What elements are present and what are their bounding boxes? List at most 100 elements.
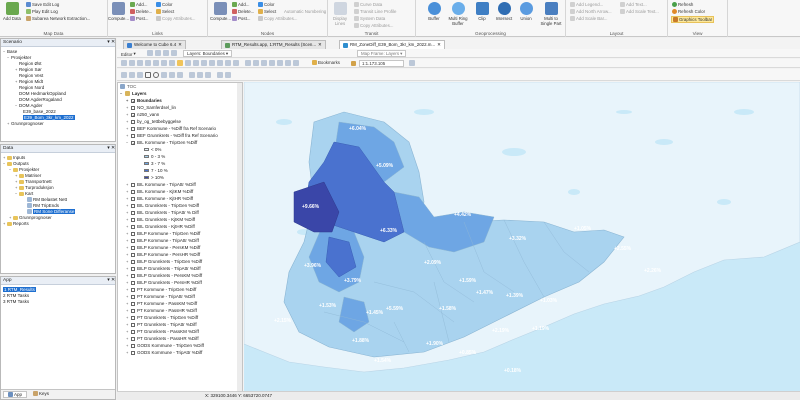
nodes-color-button[interactable]: Color	[258, 2, 275, 7]
zoom-to-selected-icon[interactable]	[137, 72, 143, 78]
tree-node-selected[interactable]: E39_Bom_3kr_km_2022	[23, 115, 75, 120]
transit-line-profile-button[interactable]: Transit Line Profile	[354, 9, 396, 14]
tab-keys[interactable]: Keys	[29, 391, 53, 396]
layer-checkbox[interactable]	[131, 280, 135, 285]
expand-icon[interactable]: +	[126, 112, 129, 117]
pin-icon[interactable]: ▾ ✕	[107, 277, 115, 284]
add-north-arrow-button[interactable]: Add North Arrow...	[570, 9, 612, 14]
expand-icon[interactable]: +	[126, 287, 129, 292]
tab-zone-diff-map[interactable]: RM_ZoneDiff_E39_Bom_3kr_km_2022.m... ✕	[339, 40, 445, 49]
clip-button[interactable]: Clip	[472, 2, 492, 21]
map-view[interactable]: +6.04% +5.09% +4.42% +9.66% +6.33% +3.32% +1.0…	[244, 82, 800, 391]
layer-checkbox[interactable]: ✓	[131, 98, 135, 103]
tree-node[interactable]: + Transportnett	[15, 179, 52, 184]
layer-checkbox[interactable]	[131, 266, 135, 271]
collapse-icon[interactable]: −	[3, 49, 6, 54]
tree-node[interactable]: E39_base_2022	[23, 109, 56, 114]
expand-icon[interactable]: +	[126, 336, 129, 341]
expand-icon[interactable]: +	[3, 155, 6, 160]
nodes-select-button[interactable]: Select	[258, 9, 276, 14]
expand-icon[interactable]: +	[126, 245, 129, 250]
app-item[interactable]: 3 RTM Tasks	[3, 299, 29, 304]
fixed-zoom-in-icon[interactable]	[153, 60, 159, 66]
buffer-button[interactable]: Buffer	[424, 2, 444, 21]
expand-icon[interactable]: +	[126, 217, 129, 222]
toc-layer[interactable]: + BIL Kommune - KjtKM %Diff	[126, 189, 193, 194]
layer-checkbox[interactable]	[131, 245, 135, 250]
attribute-table-icon[interactable]	[225, 60, 231, 66]
layout-view-icon[interactable]	[245, 60, 251, 66]
automatic-numbering-button[interactable]: Automatic Numbering	[284, 9, 326, 14]
tree-node[interactable]: RM Belastet Nett	[27, 197, 67, 202]
layer-checkbox[interactable]	[131, 231, 135, 236]
toc-layer[interactable]: + BILP Kommune - TripGen %Diff	[126, 231, 200, 236]
app-item[interactable]: 2 RTM Tasks	[3, 293, 29, 298]
expand-icon[interactable]: +	[15, 173, 18, 178]
measure-icon[interactable]	[193, 60, 199, 66]
pan-icon[interactable]	[121, 60, 127, 66]
expand-icon[interactable]: +	[126, 126, 129, 131]
layer-checkbox[interactable]	[131, 182, 135, 187]
expand-icon[interactable]: +	[126, 98, 129, 103]
layer-checkbox[interactable]	[131, 343, 135, 348]
refresh-button[interactable]: Refresh	[672, 2, 693, 7]
toc-layer[interactable]: + BIL Kommune - KjtHR %Diff	[126, 196, 193, 201]
collapse-icon[interactable]: −	[15, 103, 18, 108]
line-color-icon[interactable]	[197, 72, 203, 78]
toc-layer[interactable]: + ✓ Boundaries	[126, 98, 162, 103]
layer-checkbox[interactable]: ✓	[131, 112, 135, 117]
layer-checkbox[interactable]	[131, 315, 135, 320]
find-icon[interactable]	[201, 60, 207, 66]
layer-checkbox[interactable]	[131, 336, 135, 341]
layer-checkbox[interactable]	[131, 294, 135, 299]
rotate-icon[interactable]	[129, 72, 135, 78]
tree-node[interactable]: + Reports	[3, 221, 29, 226]
save-edit-log-button[interactable]: Save Edit Log	[26, 2, 59, 7]
links-post-button[interactable]: Post...	[130, 16, 148, 21]
play-edit-log-button[interactable]: Play Edit Log	[26, 9, 58, 14]
expand-icon[interactable]: +	[126, 224, 129, 229]
zoom-out-icon[interactable]	[137, 60, 143, 66]
data-view-icon[interactable]	[253, 60, 259, 66]
layer-checkbox[interactable]	[131, 210, 135, 215]
tree-node-selected[interactable]: RM Sone Differanse	[27, 209, 76, 214]
layer-checkbox[interactable]	[131, 196, 135, 201]
expand-icon[interactable]: +	[126, 119, 129, 124]
zoom-in-icon[interactable]	[129, 60, 135, 66]
expand-icon[interactable]: +	[126, 301, 129, 306]
layer-checkbox[interactable]	[131, 217, 135, 222]
tree-node[interactable]: + Turproduksjon	[15, 185, 54, 190]
expand-icon[interactable]: +	[3, 221, 6, 226]
expand-icon[interactable]: +	[126, 189, 129, 194]
close-icon[interactable]: ✕	[318, 41, 322, 49]
layer-checkbox[interactable]	[131, 273, 135, 278]
editor-dropdown[interactable]: Editor ▾	[121, 51, 136, 57]
toc-layer[interactable]: + BILP Grunnkrets - PersKM %Diff	[126, 273, 202, 278]
layer-checkbox[interactable]	[131, 252, 135, 257]
expand-icon[interactable]: +	[7, 121, 10, 126]
toc-layer[interactable]: + ✓ n250_vann	[126, 112, 159, 117]
toc-layer[interactable]: + BILP Kommune - PersHR %Diff	[126, 252, 200, 257]
toc-layer[interactable]: + PT Kommune - TripGen %Diff	[126, 287, 196, 292]
expand-icon[interactable]: +	[126, 308, 129, 313]
intersect-button[interactable]: Intersect	[494, 2, 514, 21]
tree-node[interactable]: + Region Midt	[15, 79, 43, 84]
expand-icon[interactable]: +	[126, 273, 129, 278]
line-icon[interactable]	[161, 72, 167, 78]
expand-icon[interactable]: +	[126, 182, 129, 187]
toc-layer[interactable]: + PT Grunnkrets - PassKM %Diff	[126, 329, 199, 334]
collapse-icon[interactable]: −	[3, 161, 6, 166]
layers-dropdown[interactable]: Layers: Boundaries ▾	[183, 50, 233, 57]
layer-checkbox[interactable]	[131, 189, 135, 194]
add-text-button[interactable]: Add Text...	[620, 2, 647, 7]
toc-layer[interactable]: + BEF Kommune - %Diff fra Ref Scenario	[126, 126, 216, 131]
back-extent-icon[interactable]	[169, 60, 175, 66]
links-compute-button[interactable]: Compute...	[108, 2, 129, 21]
toc-root-layers[interactable]: − Layers	[120, 91, 147, 96]
font-color-icon[interactable]	[205, 72, 211, 78]
add-data-button[interactable]: Add Data	[2, 2, 22, 21]
layer-properties-icon[interactable]	[233, 60, 239, 66]
layer-checkbox[interactable]	[131, 329, 135, 334]
toc-layer[interactable]: + BEF Grunnkrets - %Diff fra Ref Scenario	[126, 133, 218, 138]
tree-node[interactable]: − Prosjekter	[9, 167, 39, 172]
